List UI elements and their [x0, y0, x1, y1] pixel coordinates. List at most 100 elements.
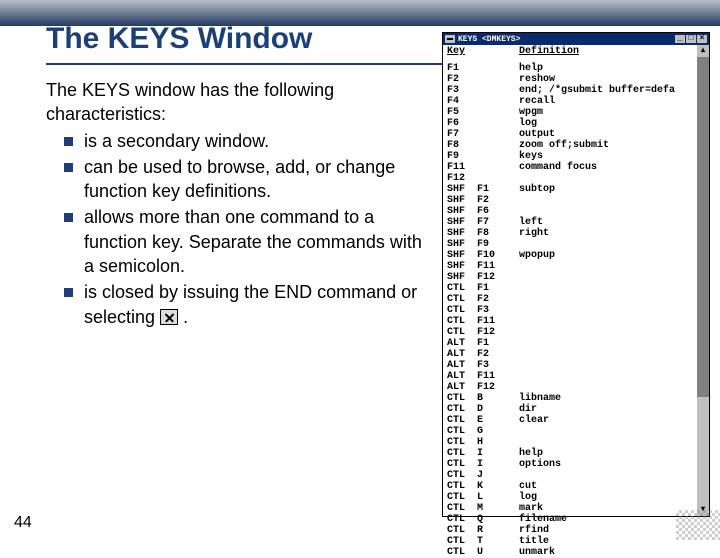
key-code: F3	[477, 305, 519, 316]
keys-row: CTLEclear	[447, 415, 709, 426]
key-code: F1	[477, 338, 519, 349]
keys-row: SHFF2	[447, 195, 709, 206]
keys-row: CTLIoptions	[447, 459, 709, 470]
key-definition: end; /*gsubmit buffer=defa	[519, 85, 675, 96]
key-code	[477, 96, 519, 107]
bullet-item: is closed by issuing the END command or …	[64, 280, 426, 329]
key-modifier: F3	[447, 85, 477, 96]
scroll-thumb[interactable]	[697, 57, 709, 397]
key-code	[477, 118, 519, 129]
key-definition: rfind	[519, 525, 549, 536]
key-definition: log	[519, 118, 537, 129]
key-code: F10	[477, 250, 519, 261]
keys-row: CTLH	[447, 437, 709, 448]
keys-row: CTLG	[447, 426, 709, 437]
close-button[interactable]: ×	[697, 35, 707, 43]
key-code: F12	[477, 382, 519, 393]
key-definition: help	[519, 448, 543, 459]
keys-window-title: KEYS <DMKEYS>	[458, 34, 674, 45]
bullet-item: allows more than one command to a functi…	[64, 205, 426, 278]
key-modifier: CTL	[447, 525, 477, 536]
key-code: M	[477, 503, 519, 514]
keys-row: CTLF2	[447, 294, 709, 305]
key-modifier: CTL	[447, 470, 477, 481]
key-code: T	[477, 536, 519, 547]
scrollbar[interactable]: ▴ ▾	[697, 45, 709, 516]
keys-row: CTLBlibname	[447, 393, 709, 404]
system-menu-icon[interactable]	[445, 35, 455, 43]
key-code: G	[477, 426, 519, 437]
corner-texture	[676, 510, 720, 540]
key-modifier: SHF	[447, 195, 477, 206]
key-code: L	[477, 492, 519, 503]
key-definition: options	[519, 459, 561, 470]
key-code: F3	[477, 360, 519, 371]
key-modifier: CTL	[447, 448, 477, 459]
slide-title: The KEYS Window	[46, 22, 312, 56]
key-modifier: SHF	[447, 261, 477, 272]
key-modifier: ALT	[447, 371, 477, 382]
key-modifier: F6	[447, 118, 477, 129]
key-code: F8	[477, 228, 519, 239]
keys-row: F9keys	[447, 151, 709, 162]
keys-row: F8zoom off;submit	[447, 140, 709, 151]
maximize-button[interactable]: □	[686, 35, 696, 43]
key-modifier: CTL	[447, 404, 477, 415]
key-code: I	[477, 459, 519, 470]
keys-row: SHFF10wpopup	[447, 250, 709, 261]
keys-row: F6 log	[447, 118, 709, 129]
key-definition: recall	[519, 96, 555, 107]
keys-row: ALTF1	[447, 338, 709, 349]
key-modifier: F7	[447, 129, 477, 140]
keys-row: CTLTtitle	[447, 536, 709, 547]
key-modifier: CTL	[447, 294, 477, 305]
key-code	[477, 85, 519, 96]
col-header-def: Definition	[519, 46, 579, 57]
keys-row: F12	[447, 173, 709, 184]
key-definition: command focus	[519, 162, 597, 173]
keys-row: CTLRrfind	[447, 525, 709, 536]
key-code: F6	[477, 206, 519, 217]
keys-row: F11command focus	[447, 162, 709, 173]
keys-window: KEYS <DMKEYS> _ □ × Key Definition F1 hel…	[442, 32, 710, 517]
key-code: F12	[477, 272, 519, 283]
key-code: F1	[477, 283, 519, 294]
key-modifier: CTL	[447, 536, 477, 547]
key-modifier: CTL	[447, 492, 477, 503]
key-modifier: SHF	[447, 228, 477, 239]
scroll-up-icon[interactable]: ▴	[697, 45, 709, 57]
key-code	[477, 140, 519, 151]
key-code	[477, 162, 519, 173]
slide-body: The KEYS window has the following charac…	[46, 78, 426, 331]
key-definition: output	[519, 129, 555, 140]
key-code: F7	[477, 217, 519, 228]
key-definition: title	[519, 536, 549, 547]
key-modifier: F9	[447, 151, 477, 162]
key-modifier: ALT	[447, 382, 477, 393]
keys-row: SHFF8right	[447, 228, 709, 239]
key-code: F2	[477, 349, 519, 360]
keys-row: SHFF11	[447, 261, 709, 272]
key-definition: filename	[519, 514, 567, 525]
keys-row: SHFF6	[447, 206, 709, 217]
key-definition: cut	[519, 481, 537, 492]
key-code: F2	[477, 195, 519, 206]
keys-row: CTLF11	[447, 316, 709, 327]
bullet-list: is a secondary window. can be used to br…	[64, 129, 426, 329]
bullet-item: is a secondary window.	[64, 129, 426, 153]
minimize-button[interactable]: _	[675, 35, 685, 43]
key-code	[477, 74, 519, 85]
key-code: B	[477, 393, 519, 404]
keys-row: SHFF12	[447, 272, 709, 283]
key-code: E	[477, 415, 519, 426]
keys-window-titlebar[interactable]: KEYS <DMKEYS> _ □ ×	[443, 33, 709, 45]
key-modifier: SHF	[447, 206, 477, 217]
key-definition: left	[519, 217, 543, 228]
keys-row: CTLQfilename	[447, 514, 709, 525]
key-modifier: ALT	[447, 360, 477, 371]
col-header-key: Key	[447, 46, 519, 57]
page-number: 44	[14, 514, 32, 532]
key-modifier: CTL	[447, 415, 477, 426]
keys-row: ALTF11	[447, 371, 709, 382]
key-modifier: CTL	[447, 305, 477, 316]
